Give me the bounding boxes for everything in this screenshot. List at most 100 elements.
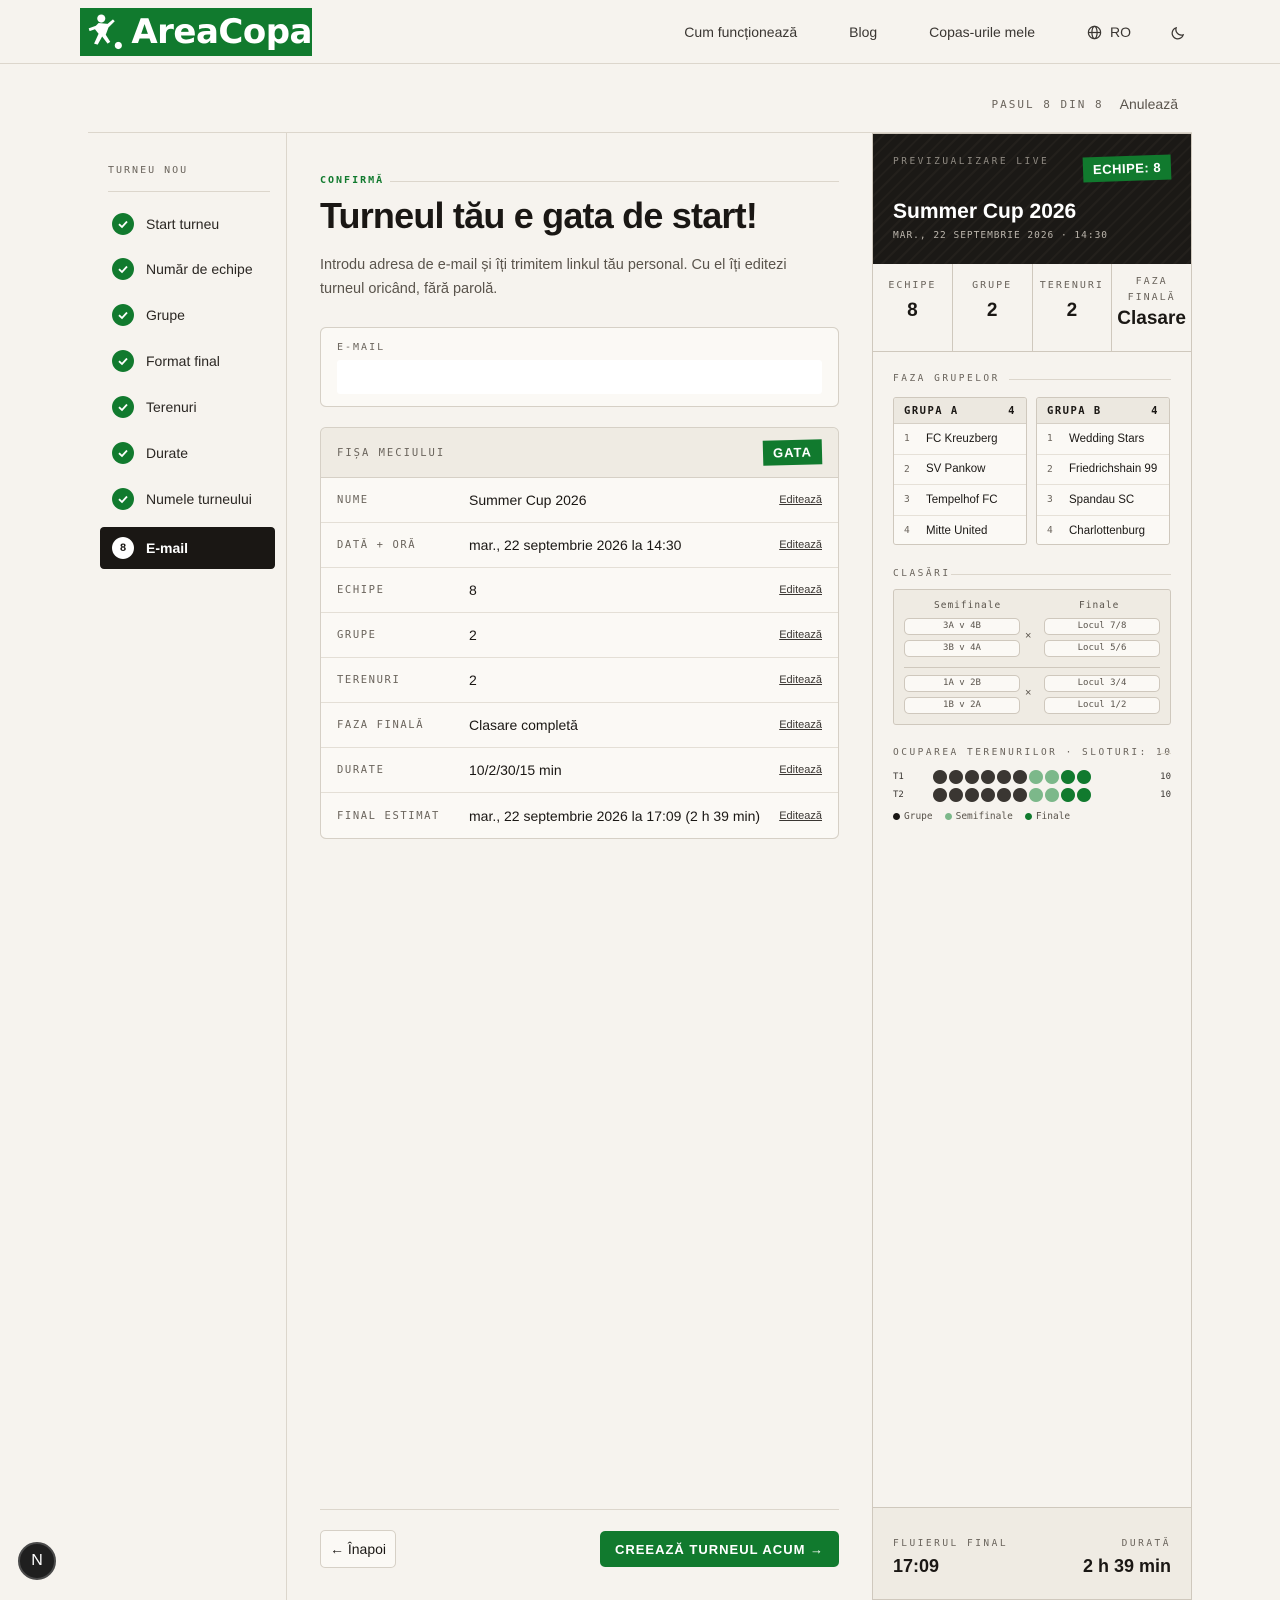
sidebar-step-label: Număr de echipe (146, 261, 253, 277)
placements-section-divider (951, 574, 1171, 575)
email-input[interactable] (337, 360, 822, 394)
summary-key: TERENURI (337, 674, 401, 686)
back-button[interactable]: ← Înapoi (320, 1530, 396, 1568)
group-card-b: GRUPA B 4 1 Wedding Stars 2 Friedrichshain… (1036, 397, 1170, 545)
edit-link[interactable]: Editează (779, 764, 822, 776)
summary-value: 2 (469, 672, 477, 688)
court-slot-dot (1013, 770, 1027, 784)
court-slot-dot (949, 770, 963, 784)
court-slot-dot (933, 788, 947, 802)
group-header: GRUPA B 4 (1037, 398, 1169, 424)
team-rank: 1 (1047, 433, 1053, 445)
team-name: Wedding Stars (1069, 432, 1145, 445)
team-name: Tempelhof FC (926, 493, 998, 506)
group-name: GRUPA B (1047, 404, 1102, 417)
sidebar-step-label: Durate (146, 445, 189, 461)
edit-link[interactable]: Editează (779, 584, 822, 596)
brand-logo[interactable]: AreaCopa (80, 8, 312, 56)
summary-value: 2 (469, 627, 477, 643)
cancel-link[interactable]: Anulează (1120, 96, 1178, 112)
legend-dot-finals (1024, 813, 1032, 820)
legend-semifinals: Semifinale (944, 811, 1013, 822)
step-number-badge: 8 (112, 537, 134, 559)
preview-hero: PREVIZUALIZARE LIVE ECHIPE: 8 Summer Cup… (873, 134, 1191, 264)
court-slot-dot (1045, 788, 1059, 802)
final-whistle-label: FLUIERUL FINAL (893, 1538, 1009, 1549)
nav-how-it-works[interactable]: Cum funcționează (684, 24, 797, 40)
court-slot-dot (1077, 770, 1091, 784)
court-slot-dot (949, 788, 963, 802)
team-name: Spandau SC (1069, 493, 1135, 506)
stat-value: 8 (907, 300, 918, 321)
live-preview-panel: PREVIZUALIZARE LIVE ECHIPE: 8 Summer Cup… (872, 133, 1192, 1600)
summary-key: FAZA FINALĂ (337, 719, 425, 731)
summary-row-durations: DURATE 10/2/30/15 min Editează (321, 748, 838, 793)
court-slot-dot (997, 788, 1011, 802)
edit-link[interactable]: Editează (779, 674, 822, 686)
sidebar-step-final-format[interactable]: Format final (100, 340, 275, 382)
stat-label: FAZA FINALĂ (1127, 276, 1176, 303)
court-label: T2 (893, 790, 904, 800)
edit-link[interactable]: Editează (779, 629, 822, 641)
page-title: Turneul tău e gata de start! (320, 195, 758, 236)
sidebar-step-groups[interactable]: Grupe (100, 294, 275, 336)
court-slot-count: 10 (1160, 772, 1171, 782)
summary-sheet-title: FIȘA MECIULUI (337, 446, 446, 459)
stat-teams: ECHIPE 8 (873, 264, 953, 351)
nav-my-copas[interactable]: Copas-urile mele (929, 24, 1035, 40)
bracket-match: 3A v 4B (904, 618, 1020, 635)
summary-row-groups: GRUPE 2 Editează (321, 613, 838, 658)
sidebar-step-pitches[interactable]: Terenuri (100, 386, 275, 428)
legend-dot-groups (893, 813, 900, 820)
court-slot-dot (1077, 788, 1091, 802)
summary-sheet-header: FIȘA MECIULUI GATA (321, 428, 838, 478)
group-count: 4 (1151, 404, 1159, 417)
preview-tournament-name: Summer Cup 2026 (893, 200, 1077, 223)
sidebar-step-label: Format final (146, 353, 220, 369)
group-card-a: GRUPA A 4 1 FC Kreuzberg 2 SV Pankow 3 Temp… (893, 397, 1027, 545)
ready-badge: GATA (762, 439, 823, 466)
duration-value: 2 h 39 min (1082, 1556, 1171, 1576)
sidebar-step-team-count[interactable]: Număr de echipe (100, 248, 275, 290)
language-switcher[interactable]: RO (1087, 24, 1131, 40)
legend-finals: Finale (1024, 811, 1071, 822)
summary-row-datetime: DATĂ + ORĂ mar., 22 septembrie 2026 la 1… (321, 523, 838, 568)
court-slot-dot (933, 770, 947, 784)
summary-key: DATĂ + ORĂ (337, 539, 417, 551)
summary-value: 10/2/30/15 min (469, 762, 562, 778)
edit-link[interactable]: Editează (779, 719, 822, 731)
team-rank: 4 (904, 525, 910, 537)
email-field-card: E-MAIL (320, 327, 839, 407)
finals-label: Finale (1079, 600, 1120, 611)
sidebar-step-label: E-mail (146, 540, 189, 556)
legend-label: Grupe (904, 811, 933, 822)
court-slot-dot (981, 770, 995, 784)
edit-link[interactable]: Editează (779, 539, 822, 551)
dev-tools-button[interactable]: N (18, 1542, 56, 1580)
check-icon (112, 396, 134, 418)
theme-toggle[interactable] (1171, 25, 1186, 40)
create-tournament-button[interactable]: CREEAZĂ TURNEUL ACUM → (600, 1531, 839, 1567)
summary-row-teams: ECHIPE 8 Editează (321, 568, 838, 613)
group-team: 3 Spandau SC (1037, 485, 1169, 516)
group-team: 4 Mitte United (894, 516, 1026, 545)
team-rank: 3 (1047, 494, 1053, 506)
kicker-divider (390, 181, 839, 182)
summary-key: DURATE (337, 764, 385, 776)
sidebar-title: TURNEU NOU (108, 165, 189, 176)
sidebar-step-durations[interactable]: Durate (100, 432, 275, 474)
edit-link[interactable]: Editează (779, 494, 822, 506)
nav-blog[interactable]: Blog (849, 24, 877, 40)
edit-link[interactable]: Editează (779, 810, 822, 822)
group-team: 4 Charlottenburg (1037, 516, 1169, 545)
bracket-match: 1A v 2B (904, 675, 1020, 692)
legend-label: Finale (1035, 811, 1071, 822)
sidebar-step-start[interactable]: Start turneu (100, 203, 275, 245)
group-team: 2 Friedrichshain 99 (1037, 455, 1169, 485)
summary-row-name: NUME Summer Cup 2026 Editează (321, 478, 838, 523)
top-bar: AreaCopa Cum funcționează Blog Copas-uri… (0, 0, 1280, 64)
stat-groups: GRUPE 2 (953, 264, 1033, 351)
sidebar-step-tournament-name[interactable]: Numele turneului (100, 478, 275, 520)
sidebar-step-email[interactable]: 8 E-mail (100, 527, 275, 569)
stat-label: TERENURI (1039, 280, 1104, 291)
